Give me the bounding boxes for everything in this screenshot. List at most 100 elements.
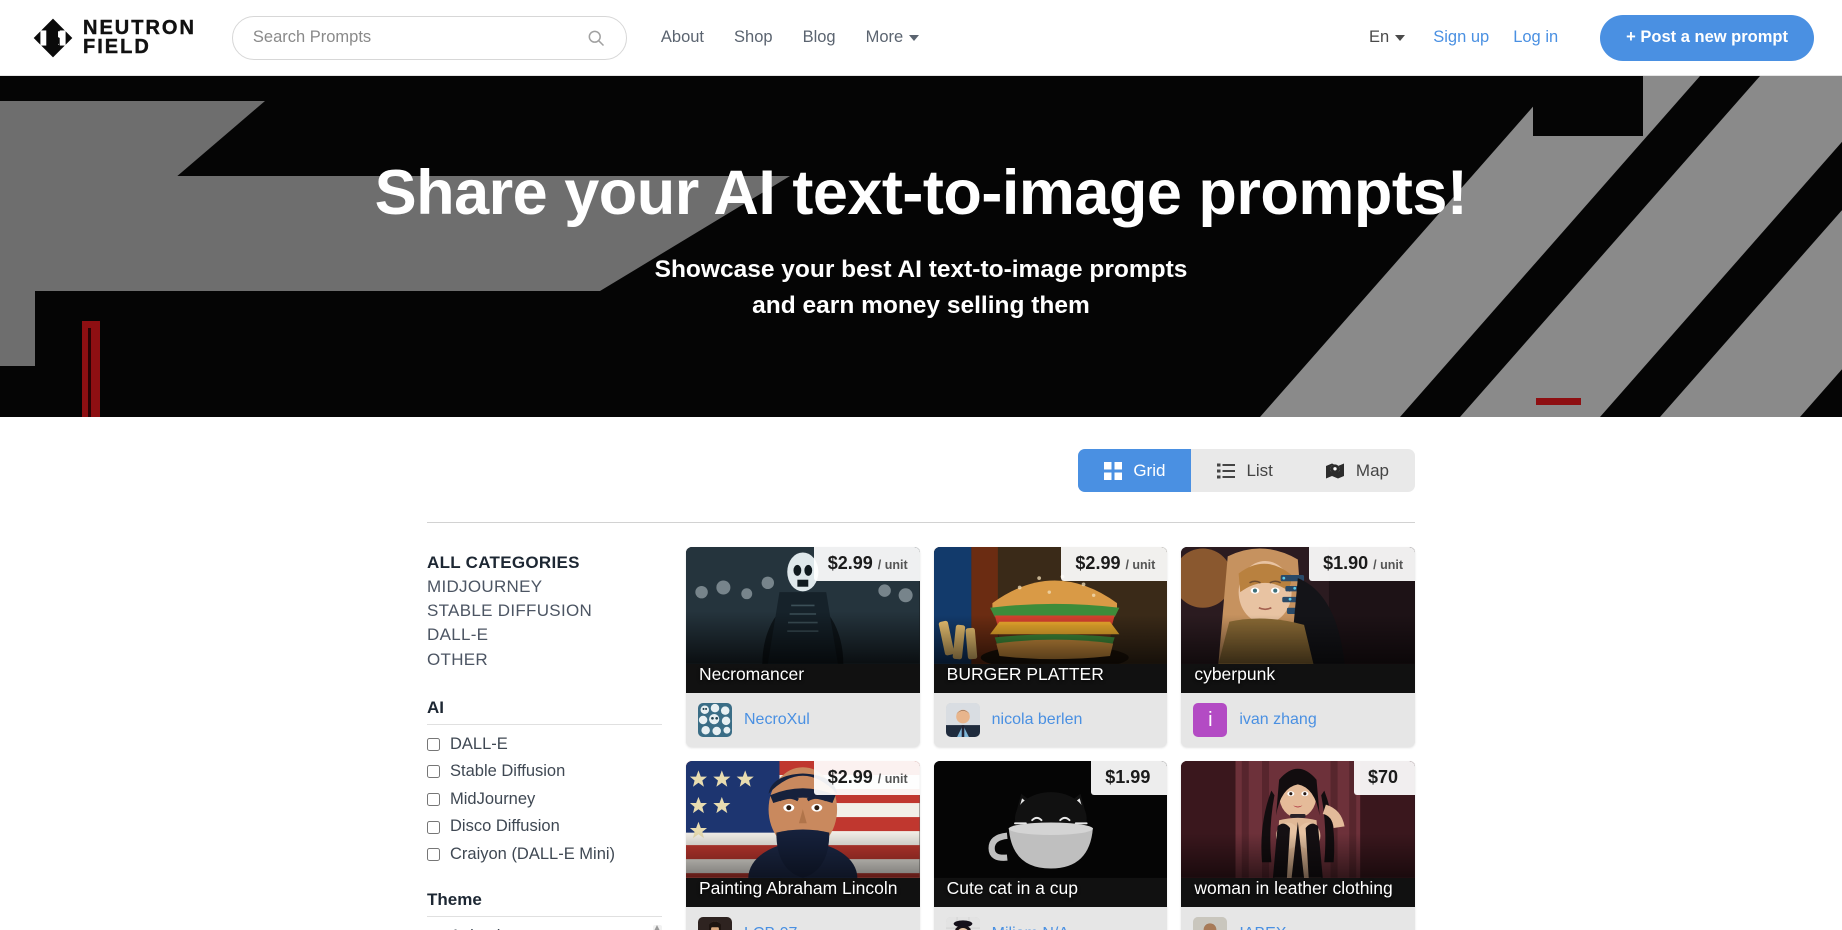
language-selector[interactable]: En <box>1369 28 1406 47</box>
woman-red-thumb-icon <box>698 917 732 930</box>
filter-checkbox-stable-diffusion[interactable] <box>427 765 440 779</box>
prompt-card[interactable]: $2.99 / unit BURGER PLATTER nicola berle… <box>933 547 1168 747</box>
card-footer: Miliam N/A <box>933 907 1168 930</box>
post-new-prompt-button[interactable]: + Post a new prompt <box>1600 14 1814 61</box>
hero-subtitle-line-2: and earn money selling them <box>752 291 1090 319</box>
avatar[interactable] <box>945 703 980 737</box>
card-image[interactable]: $1.99 Cute cat in a cup <box>933 761 1168 907</box>
prompt-card[interactable]: $2.99 / unit Painting Abraham Lincoln <box>686 761 920 930</box>
nav-label: Shop <box>734 28 773 46</box>
card-author[interactable]: Miliam N/A <box>992 925 1069 930</box>
filter-option-midjourney[interactable]: MidJourney <box>427 786 662 814</box>
card-footer: LCB 07 <box>686 907 920 930</box>
header-right-actions: En Sign up Log in + Post a new prompt <box>1369 14 1814 61</box>
card-image[interactable]: $2.99 / unit BURGER PLATTER <box>933 547 1168 693</box>
filter-checkbox-midjourney[interactable] <box>427 793 440 807</box>
filter-checkbox-craiyon[interactable] <box>427 848 440 862</box>
prompt-card[interactable]: $70 woman in leather clothing <box>1181 761 1415 930</box>
facet-options-ai: DALL-E Stable Diffusion MidJourney Disco… <box>427 731 662 869</box>
card-image[interactable]: $2.99 / unit Painting Abraham Lincoln <box>686 761 920 907</box>
card-price: $70 <box>1367 767 1398 787</box>
sign-up-link[interactable]: Sign up <box>1433 28 1489 47</box>
card-author[interactable]: IABEX <box>1239 925 1286 930</box>
nav-item-about[interactable]: About <box>661 28 704 47</box>
filter-label: Animals <box>450 924 509 930</box>
avatar[interactable]: i <box>1193 703 1228 737</box>
avatar[interactable] <box>698 917 732 930</box>
hero-banner: Share your AI text-to-image prompts! Sho… <box>0 76 1842 417</box>
card-image[interactable]: $70 woman in leather clothing <box>1181 761 1415 907</box>
facet-options-theme: Animals Robots Urban Futuristic <box>427 923 662 930</box>
filter-option-disco-diffusion[interactable]: Disco Diffusion <box>427 813 662 841</box>
card-price: $2.99 <box>1075 553 1121 573</box>
filter-option-craiyon[interactable]: Craiyon (DALL-E Mini) <box>427 841 662 869</box>
card-title: Painting Abraham Lincoln <box>699 878 898 898</box>
view-toggle-label: Map <box>1355 460 1389 480</box>
nav-item-shop[interactable]: Shop <box>734 28 773 47</box>
list-icon <box>1217 463 1236 478</box>
hero-subtitle-line-1: Showcase your best AI text-to-image prom… <box>654 256 1188 284</box>
main-navigation: About Shop Blog More <box>661 28 920 47</box>
nav-label: More <box>865 28 904 46</box>
view-toggle-list[interactable]: List <box>1191 449 1298 492</box>
card-footer: i ivan zhang <box>1181 693 1415 747</box>
nav-label: Blog <box>802 28 836 46</box>
view-toggle-group: Grid List Map <box>1078 449 1415 492</box>
filter-label: DALL-E <box>450 734 508 753</box>
category-item-all[interactable]: ALL CATEGORIES <box>427 551 662 575</box>
card-price-unit: / unit <box>877 558 908 572</box>
card-author[interactable]: NecroXul <box>744 711 810 729</box>
category-item-other[interactable]: OTHER <box>427 648 662 672</box>
filter-option-dall-e[interactable]: DALL-E <box>427 731 662 759</box>
card-price: $2.99 <box>827 553 873 573</box>
avatar[interactable] <box>698 703 732 737</box>
avatar[interactable] <box>945 917 980 930</box>
card-title: Necromancer <box>699 664 805 684</box>
view-toggle-map[interactable]: Map <box>1299 449 1415 492</box>
filters-sidebar: ALL CATEGORIES MIDJOURNEY STABLE DIFFUSI… <box>427 547 662 930</box>
prompt-card[interactable]: $2.99 / unit Necromancer NecroXul <box>686 547 920 747</box>
scroll-up-arrow-icon[interactable] <box>654 925 660 930</box>
log-in-link[interactable]: Log in <box>1513 28 1558 47</box>
filter-option-animals[interactable]: Animals <box>427 923 648 930</box>
filter-checkbox-dall-e[interactable] <box>427 737 440 751</box>
avatar-initial: i <box>1208 708 1213 731</box>
avatar[interactable] <box>1193 917 1228 930</box>
card-footer: NecroXul <box>686 693 920 747</box>
search-box[interactable] <box>231 15 627 60</box>
nav-item-blog[interactable]: Blog <box>803 28 836 47</box>
woman-hat-thumb-icon <box>945 917 980 930</box>
card-price-unit: / unit <box>1373 558 1403 572</box>
theme-scrollbar[interactable] <box>653 925 662 930</box>
category-item-stable-diffusion[interactable]: STABLE DIFFUSION <box>427 599 662 623</box>
prompt-card[interactable]: $1.90 / unit cyberpunk i ivan zhang <box>1181 547 1415 747</box>
neutron-hex-logo-icon <box>33 18 73 57</box>
category-item-midjourney[interactable]: MIDJOURNEY <box>427 575 662 599</box>
facet-title-ai: AI <box>427 698 662 725</box>
view-toggle-label: Grid <box>1133 460 1166 480</box>
card-author[interactable]: nicola berlen <box>992 711 1083 729</box>
search-icon[interactable] <box>586 28 606 48</box>
category-item-dall-e[interactable]: DALL-E <box>427 623 662 647</box>
card-title: cyberpunk <box>1194 664 1276 684</box>
card-title: BURGER PLATTER <box>946 664 1104 684</box>
grid-icon <box>1104 461 1123 480</box>
logo-line-2: FIELD <box>83 35 151 58</box>
card-author[interactable]: LCB 07 <box>744 925 797 930</box>
search-input[interactable] <box>252 28 586 47</box>
view-toggle-grid[interactable]: Grid <box>1078 449 1192 492</box>
card-price-unit: / unit <box>877 772 908 786</box>
chevron-down-icon <box>1395 34 1406 41</box>
prompt-card[interactable]: $1.99 Cute cat in a cup <box>933 761 1168 930</box>
filter-option-stable-diffusion[interactable]: Stable Diffusion <box>427 758 662 786</box>
card-image[interactable]: $1.90 / unit cyberpunk <box>1181 547 1415 693</box>
view-toggle-label: List <box>1246 460 1273 480</box>
filter-checkbox-disco-diffusion[interactable] <box>427 820 440 834</box>
man-suit-thumb-icon <box>945 703 980 737</box>
prompt-card-grid: $2.99 / unit Necromancer NecroXul $2.99 … <box>686 547 1415 930</box>
card-price-tag: $1.90 / unit <box>1309 547 1415 581</box>
card-author[interactable]: ivan zhang <box>1239 711 1316 729</box>
nav-item-more[interactable]: More <box>866 28 920 47</box>
card-image[interactable]: $2.99 / unit Necromancer <box>686 547 920 693</box>
site-logo[interactable]: NEUTRON FIELD <box>32 17 196 59</box>
